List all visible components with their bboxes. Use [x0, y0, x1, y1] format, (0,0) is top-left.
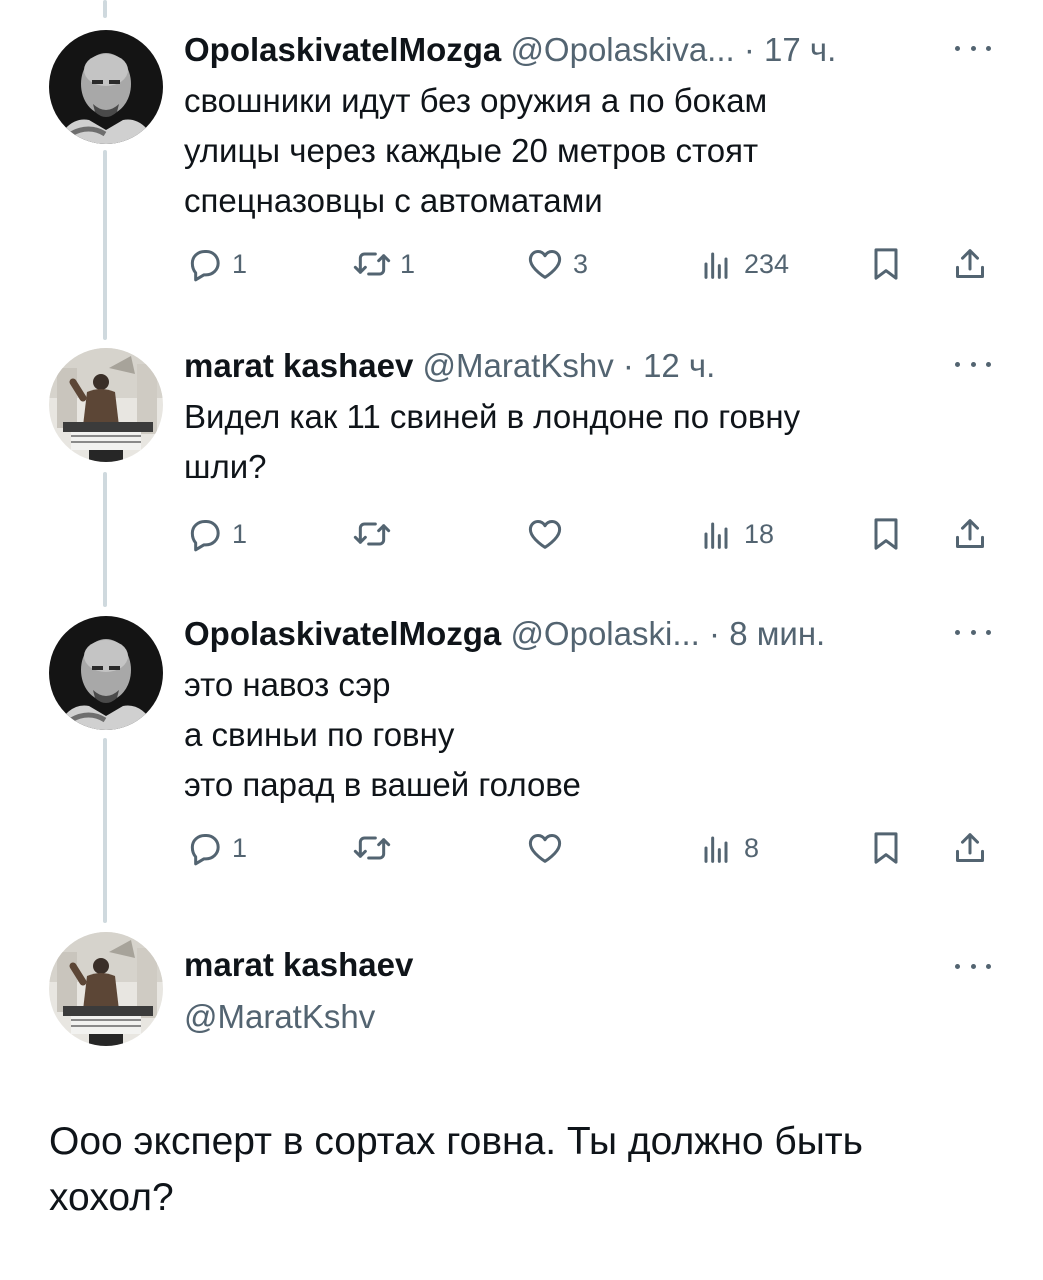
- bookmark-button[interactable]: [866, 512, 906, 556]
- share-button[interactable]: [950, 242, 990, 286]
- tweet-text-line: хохол?: [49, 1176, 174, 1219]
- retweet-icon: [353, 836, 391, 860]
- tweet-time[interactable]: 17 ч.: [764, 31, 836, 68]
- reply-icon: [190, 520, 220, 552]
- author-name[interactable]: OpolaskivatelMozga: [184, 615, 501, 652]
- reply-count: 1: [232, 832, 248, 863]
- thread-line: [103, 0, 107, 18]
- share-button[interactable]: [950, 826, 990, 870]
- author-handle[interactable]: @Opolaski...: [510, 615, 699, 652]
- tweet-text-line: это навоз сэр: [184, 666, 391, 703]
- tweet-text-line: шли?: [184, 448, 267, 485]
- heart-icon: [528, 250, 562, 279]
- author-name[interactable]: marat kashaev: [184, 347, 413, 384]
- thread-line: [103, 150, 107, 340]
- share-button[interactable]: [950, 512, 990, 556]
- tweet-actions: 1 1 3 234: [184, 242, 994, 286]
- reply-count: 1: [232, 248, 248, 279]
- tweet-text-line: спецназовцы с автоматами: [184, 182, 603, 219]
- tweet-time[interactable]: 8 мин.: [729, 615, 825, 652]
- man-at-desk-avatar[interactable]: [49, 932, 163, 1046]
- tweet-header: marat kashaev @MaratKshv · 12 ч.: [184, 346, 715, 386]
- bald-man-avatar[interactable]: [49, 30, 163, 144]
- main-tweet-text: Ооо эксперт в сортах говна. Ты должно бы…: [49, 1114, 1009, 1226]
- bookmark-icon: [874, 248, 898, 280]
- retweet-count: 1: [400, 248, 416, 279]
- retweet-button[interactable]: [352, 826, 400, 870]
- tweet-header: OpolaskivatelMozga @Opolaski... · 8 мин.: [184, 614, 825, 654]
- author-handle[interactable]: @MaratKshv: [423, 347, 614, 384]
- conversation-thread: OpolaskivatelMozga @Opolaskiva... · 17 ч…: [0, 0, 1043, 1280]
- like-button[interactable]: 3: [525, 242, 588, 286]
- tweet-text-line: это парад в вашей голове: [184, 766, 581, 803]
- separator-dot: ·: [743, 31, 755, 68]
- retweet-icon: [353, 252, 391, 276]
- heart-icon: [528, 520, 562, 549]
- share-icon: [956, 519, 984, 548]
- reply-icon: [190, 250, 220, 282]
- retweet-button[interactable]: 1: [352, 242, 415, 286]
- tweet-text-line: Видел как 11 свиней в лондоне по говну: [184, 398, 801, 435]
- share-icon: [956, 833, 984, 862]
- views-button[interactable]: 8: [696, 826, 759, 870]
- tweet-text-line: а свиньи по говну: [184, 716, 455, 753]
- separator-dot: ·: [709, 615, 721, 652]
- bookmark-button[interactable]: [866, 242, 906, 286]
- author-handle[interactable]: @MaratKshv: [184, 996, 375, 1038]
- bald-man-avatar[interactable]: [49, 616, 163, 730]
- like-button[interactable]: [525, 826, 573, 870]
- tweet-actions: 1 8: [184, 826, 994, 870]
- tweet-time[interactable]: 12 ч.: [643, 347, 715, 384]
- author-name[interactable]: marat kashaev: [184, 944, 413, 986]
- retweet-button[interactable]: [352, 512, 400, 556]
- reply-button[interactable]: 1: [184, 512, 247, 556]
- reply-button[interactable]: 1: [184, 826, 247, 870]
- tweet-text-line: улицы через каждые 20 метров стоят: [184, 132, 759, 169]
- tweet-text: Видел как 11 свиней в лондоне по говну ш…: [184, 392, 964, 492]
- tweet-text: свошники идут без оружия а по бокам улиц…: [184, 76, 964, 226]
- thread-line: [103, 738, 107, 923]
- author-name[interactable]: OpolaskivatelMozga: [184, 31, 501, 68]
- views-count: 18: [744, 518, 775, 549]
- more-icon[interactable]: [955, 960, 991, 972]
- tweet-text-line: Ооо эксперт в сортах говна. Ты должно бы…: [49, 1120, 863, 1163]
- like-count: 3: [573, 248, 589, 279]
- tweet-header: OpolaskivatelMozga @Opolaskiva... · 17 ч…: [184, 30, 836, 70]
- more-icon[interactable]: [955, 626, 991, 638]
- views-icon: [704, 836, 728, 863]
- views-count: 8: [744, 832, 760, 863]
- thread-line: [103, 472, 107, 607]
- views-icon: [704, 252, 728, 279]
- bookmark-icon: [874, 832, 898, 864]
- views-button[interactable]: 234: [696, 242, 789, 286]
- views-button[interactable]: 18: [696, 512, 774, 556]
- tweet-text: это навоз сэр а свиньи по говну это пара…: [184, 660, 964, 810]
- tweet-text-line: свошники идут без оружия а по бокам: [184, 82, 768, 119]
- like-button[interactable]: [525, 512, 573, 556]
- bookmark-icon: [874, 518, 898, 550]
- retweet-icon: [353, 522, 391, 546]
- more-icon[interactable]: [955, 42, 991, 54]
- man-at-desk-avatar[interactable]: [49, 348, 163, 462]
- reply-button[interactable]: 1: [184, 242, 247, 286]
- bookmark-button[interactable]: [866, 826, 906, 870]
- separator-dot: ·: [622, 347, 634, 384]
- views-icon: [704, 522, 728, 549]
- reply-count: 1: [232, 518, 248, 549]
- heart-icon: [528, 834, 562, 863]
- reply-icon: [190, 834, 220, 866]
- views-count: 234: [744, 248, 790, 279]
- author-handle[interactable]: @Opolaskiva...: [510, 31, 734, 68]
- share-icon: [956, 249, 984, 278]
- tweet-actions: 1 18: [184, 512, 994, 556]
- more-icon[interactable]: [955, 358, 991, 370]
